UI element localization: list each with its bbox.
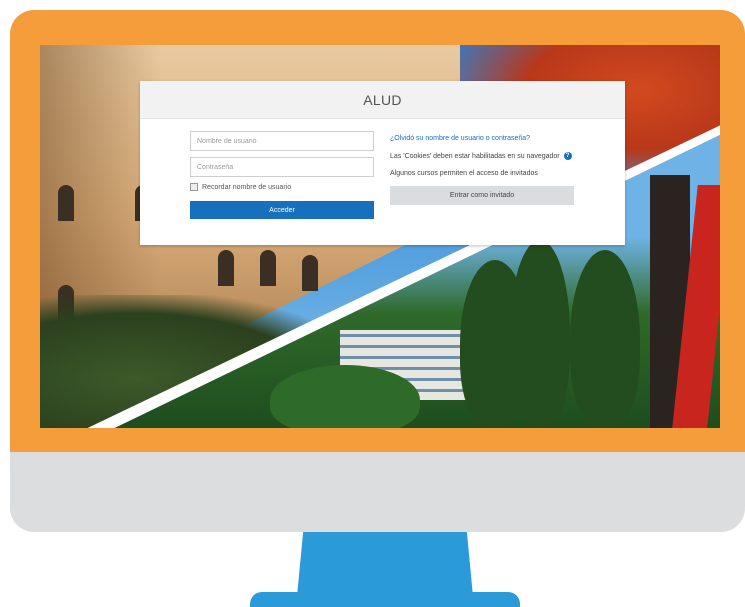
cookies-notice: Las 'Cookies' deben estar habilitadas en…: [390, 152, 575, 162]
background-tree: [570, 250, 640, 428]
remember-label: Recordar nombre de usuario: [202, 183, 292, 191]
remember-checkbox[interactable]: [190, 183, 198, 191]
username-input[interactable]: [190, 131, 374, 151]
building-window: [58, 185, 74, 221]
help-icon[interactable]: ?: [563, 152, 572, 161]
building-window: [302, 255, 318, 291]
cookies-text: Las 'Cookies' deben estar habilitadas en…: [390, 153, 560, 160]
building-window: [260, 250, 276, 286]
guest-login-button[interactable]: Entrar como invitado: [390, 186, 574, 205]
login-header: ALUD: [140, 81, 625, 119]
screen: ALUD Recordar nombre de usuario Acceder …: [40, 45, 720, 428]
building-window: [218, 250, 234, 286]
monitor-stand-base: [250, 592, 520, 607]
remember-row: Recordar nombre de usuario: [190, 183, 374, 191]
login-info: ¿Olvidó su nombre de usuario o contraseñ…: [390, 135, 575, 205]
background-tree: [510, 240, 570, 428]
login-card: ALUD Recordar nombre de usuario Acceder …: [140, 81, 625, 245]
background-tree: [270, 365, 420, 428]
monitor-chin: [10, 452, 745, 532]
forgot-password-link[interactable]: ¿Olvidó su nombre de usuario o contraseñ…: [390, 135, 575, 142]
site-title: ALUD: [363, 91, 402, 108]
guest-info: Algunos cursos permiten el acceso de inv…: [390, 170, 538, 177]
password-input[interactable]: [190, 157, 374, 177]
login-button[interactable]: Acceder: [190, 201, 374, 219]
login-form: Recordar nombre de usuario Acceder: [190, 131, 374, 219]
